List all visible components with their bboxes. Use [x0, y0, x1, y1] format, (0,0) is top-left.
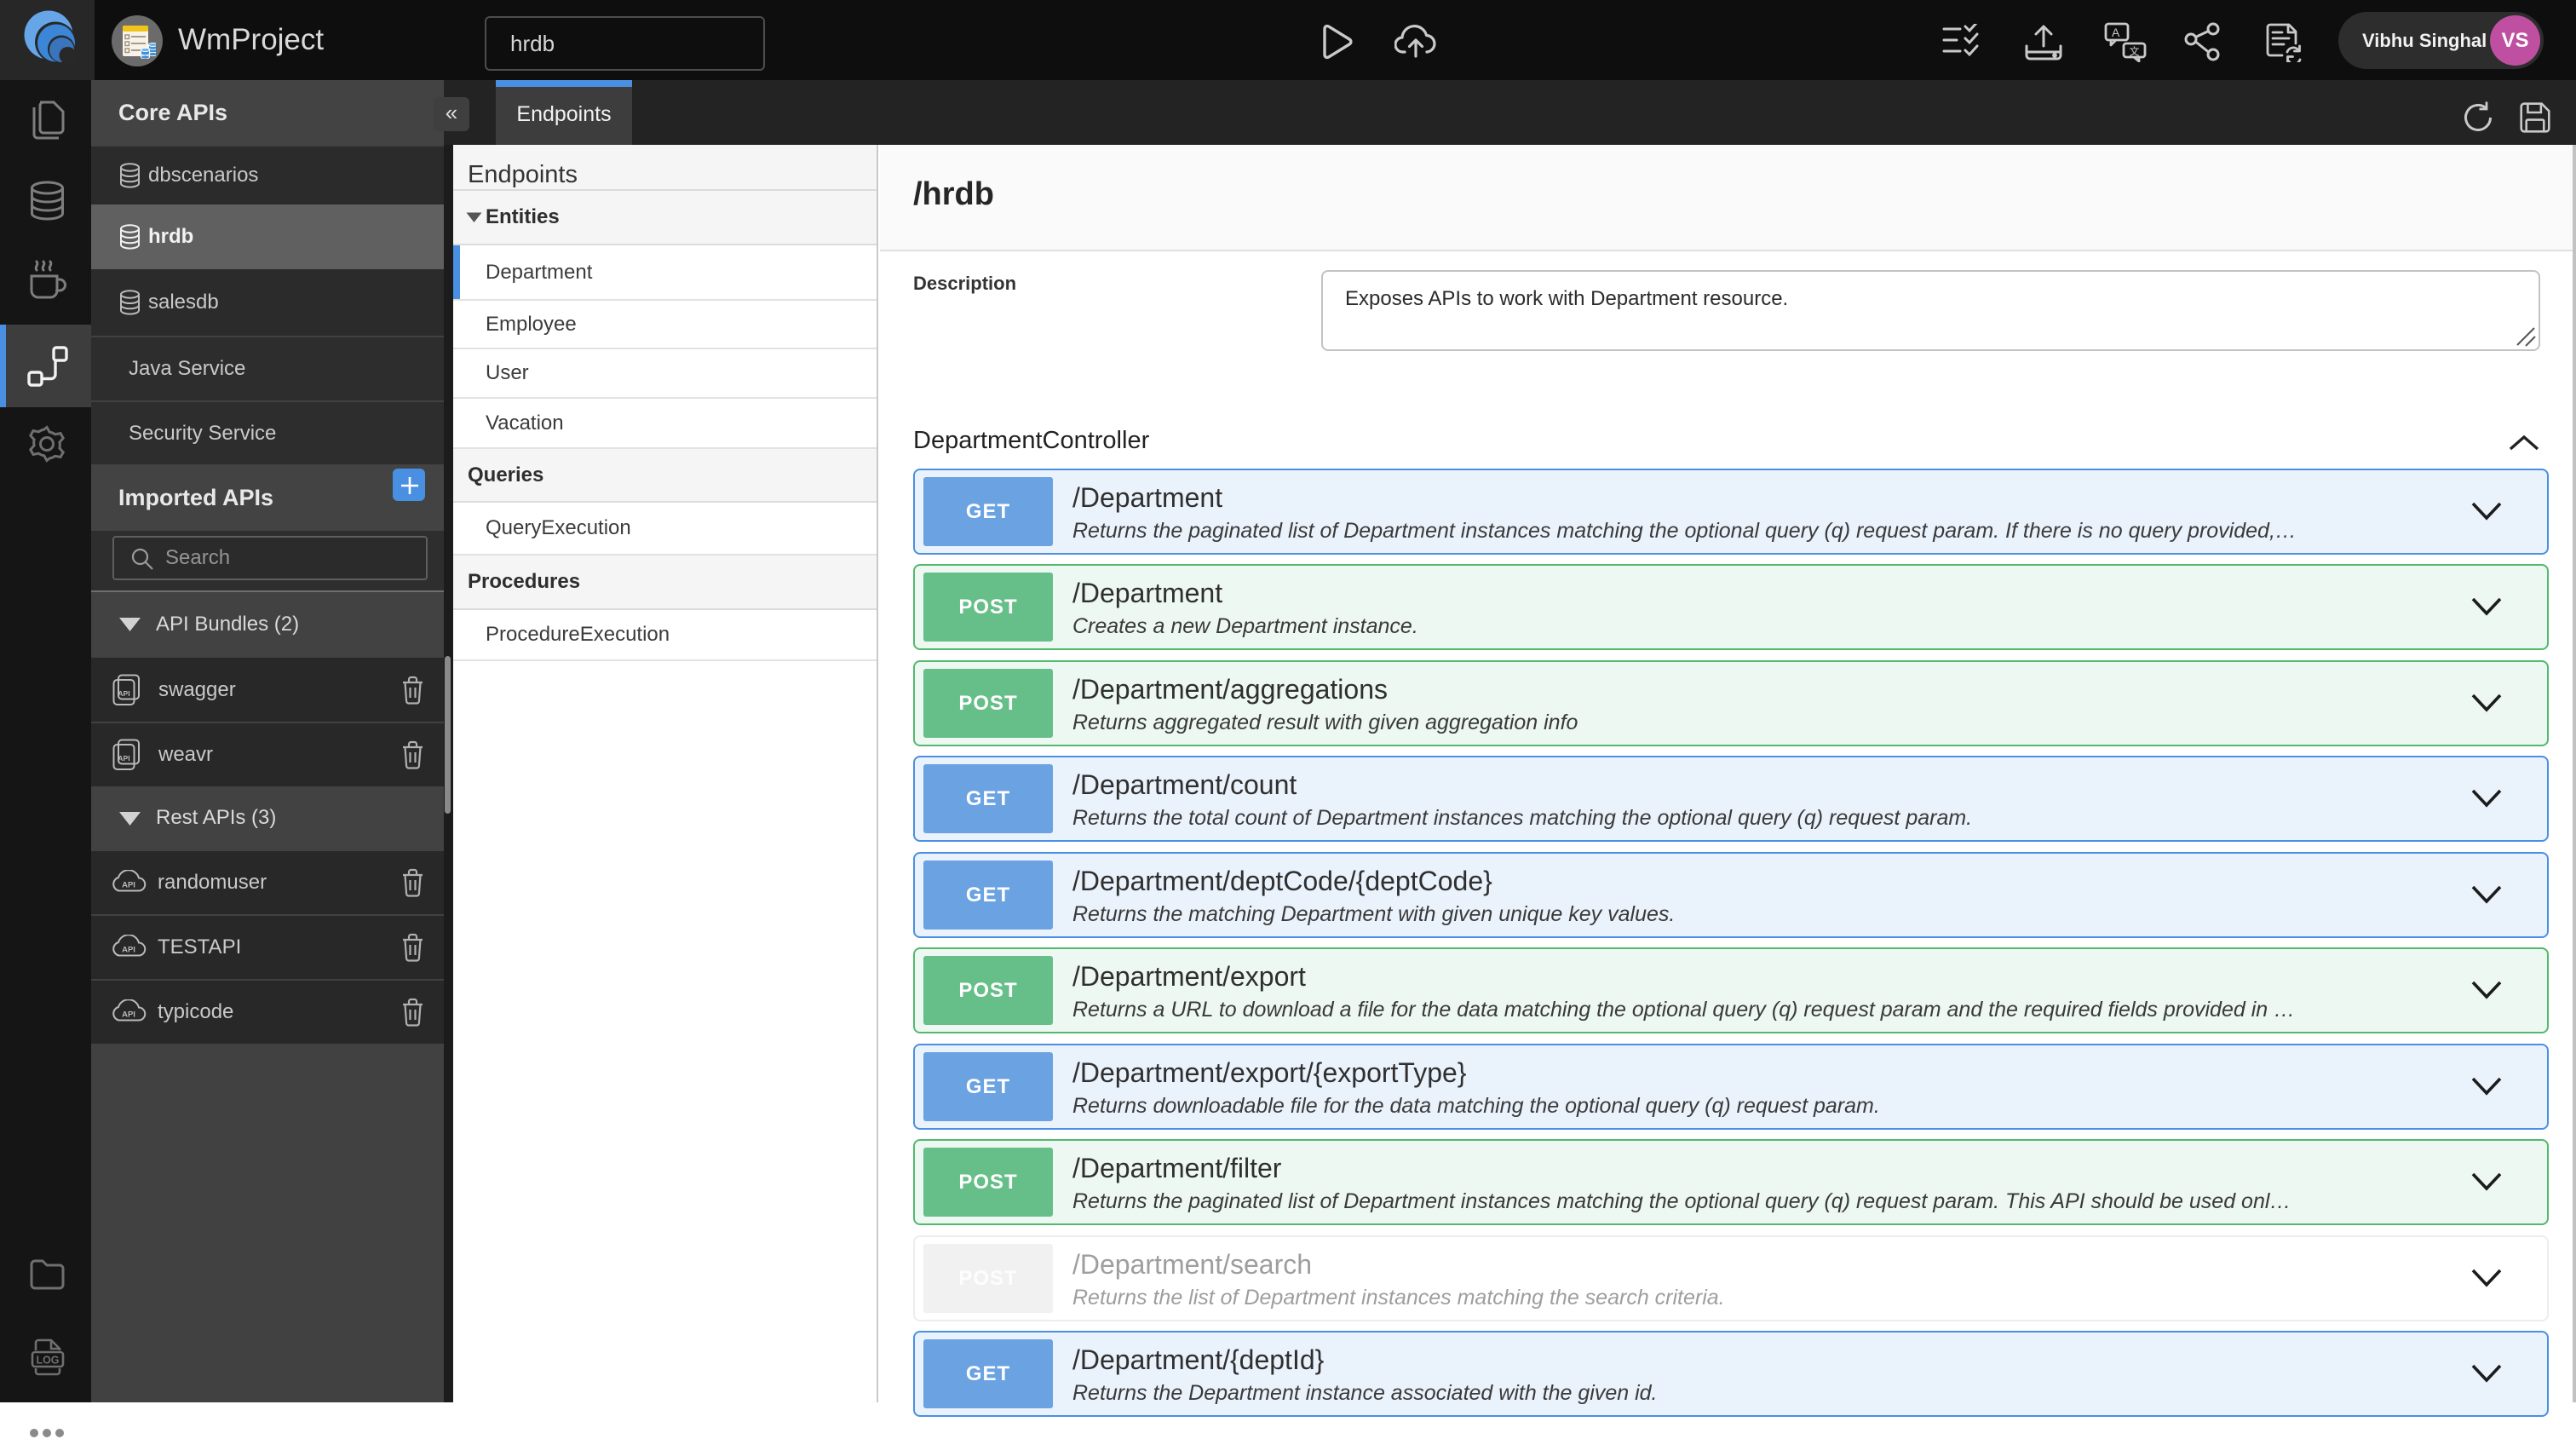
svg-text:API: API — [122, 946, 135, 955]
svg-text:API: API — [122, 1010, 135, 1020]
svg-text:API: API — [118, 689, 129, 698]
svg-text:LOG: LOG — [36, 1355, 59, 1367]
svg-text:A: A — [2112, 26, 2120, 39]
svg-text:API: API — [118, 754, 129, 763]
svg-text:文: 文 — [2130, 45, 2140, 58]
svg-text:API: API — [122, 881, 135, 890]
